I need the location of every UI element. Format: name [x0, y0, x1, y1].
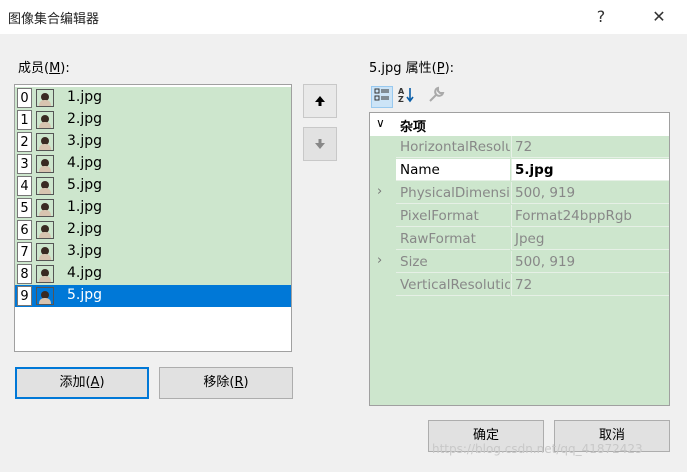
image-thumbnail	[36, 133, 54, 151]
property-name[interactable]: Name	[396, 159, 510, 181]
list-item[interactable]: 0 1.jpg	[15, 87, 291, 109]
image-thumbnail	[36, 155, 54, 173]
list-item-index: 0	[17, 88, 32, 108]
image-thumbnail	[36, 89, 54, 107]
title-bar: 图像集合编辑器 ? ✕	[0, 0, 687, 34]
property-value[interactable]: Format24bppRgb	[511, 205, 669, 227]
chevron-down-icon[interactable]: ∨	[376, 116, 385, 130]
property-name[interactable]: PixelFormat	[396, 205, 510, 227]
list-item[interactable]: 8 4.jpg	[15, 263, 291, 285]
image-thumbnail	[36, 287, 54, 305]
list-item-index: 8	[17, 264, 32, 284]
alphabetical-icon[interactable]: AZ	[395, 86, 417, 108]
image-thumbnail	[36, 265, 54, 283]
row-margin	[370, 159, 396, 182]
property-value[interactable]: Jpeg	[511, 228, 669, 250]
image-thumbnail	[36, 221, 54, 239]
property-row[interactable]: PixelFormat Format24bppRgb	[370, 205, 669, 228]
property-toolbar: AZ	[369, 84, 449, 110]
list-item[interactable]: 1 2.jpg	[15, 109, 291, 131]
property-name[interactable]: PhysicalDimension	[396, 182, 510, 204]
image-thumbnail	[36, 199, 54, 217]
chevron-right-icon[interactable]: ›	[377, 184, 382, 199]
list-item[interactable]: 6 2.jpg	[15, 219, 291, 241]
row-margin	[370, 136, 396, 159]
list-item-name: 4.jpg	[67, 265, 103, 281]
property-pages-icon[interactable]	[425, 86, 447, 108]
property-value[interactable]: 500, 919	[511, 251, 669, 273]
list-item-index: 6	[17, 220, 32, 240]
property-name[interactable]: VerticalResolution	[396, 274, 510, 296]
property-row[interactable]: › PhysicalDimension500, 919	[370, 182, 669, 205]
move-down-button[interactable]	[303, 127, 337, 161]
arrow-down-icon	[315, 139, 325, 149]
property-value[interactable]: 5.jpg	[511, 159, 669, 181]
members-label: 成员(M):	[18, 61, 70, 76]
property-value[interactable]: 500, 919	[511, 182, 669, 204]
property-row[interactable]: HorizontalResolution72	[370, 136, 669, 159]
category-misc[interactable]: ∨ 杂项	[370, 113, 669, 136]
list-item-index: 7	[17, 242, 32, 262]
list-item-index: 1	[17, 110, 32, 130]
list-item-name: 5.jpg	[67, 287, 103, 303]
list-item-index: 2	[17, 132, 32, 152]
list-item-name: 3.jpg	[67, 243, 103, 259]
image-thumbnail	[36, 111, 54, 129]
list-item-name: 2.jpg	[67, 111, 103, 127]
list-item[interactable]: 9 5.jpg	[15, 285, 291, 307]
list-item-index: 3	[17, 154, 32, 174]
list-item[interactable]: 3 4.jpg	[15, 153, 291, 175]
help-button[interactable]: ?	[579, 2, 623, 32]
properties-label: 5.jpg 属性(P):	[369, 61, 455, 76]
list-item-index: 5	[17, 198, 32, 218]
move-up-button[interactable]	[303, 84, 337, 118]
property-name[interactable]: HorizontalResolution	[396, 136, 510, 158]
list-item[interactable]: 2 3.jpg	[15, 131, 291, 153]
row-margin	[370, 205, 396, 228]
property-name[interactable]: Size	[396, 251, 510, 273]
list-item-index: 9	[17, 286, 32, 306]
row-margin	[370, 228, 396, 251]
members-listbox[interactable]: 0 1.jpg 1 2.jpg 2 3.jpg 3 4.jpg 4 5.jpg 5 1.jpg 6 2.j…	[14, 84, 292, 352]
row-margin: ›	[370, 182, 396, 205]
property-name[interactable]: RawFormat	[396, 228, 510, 250]
property-value[interactable]: 72	[511, 274, 669, 296]
image-thumbnail	[36, 243, 54, 261]
list-item[interactable]: 7 3.jpg	[15, 241, 291, 263]
list-item-name: 2.jpg	[67, 221, 103, 237]
property-row[interactable]: Name 5.jpg	[370, 159, 669, 182]
row-margin: ›	[370, 251, 396, 274]
categorized-icon[interactable]	[371, 86, 393, 108]
row-margin	[370, 274, 396, 297]
image-thumbnail	[36, 177, 54, 195]
remove-button[interactable]: 移除(R)	[159, 367, 293, 399]
property-row[interactable]: VerticalResolution 72	[370, 274, 669, 297]
list-item[interactable]: 4 5.jpg	[15, 175, 291, 197]
list-item[interactable]: 5 1.jpg	[15, 197, 291, 219]
property-row[interactable]: RawFormat Jpeg	[370, 228, 669, 251]
watermark: https://blog.csdn.net/qq_41872423	[432, 442, 643, 456]
category-label: 杂项	[400, 120, 427, 135]
arrow-up-icon	[315, 96, 325, 106]
close-button[interactable]: ✕	[637, 2, 681, 32]
add-button[interactable]: 添加(A)	[15, 367, 149, 399]
list-item-name: 4.jpg	[67, 155, 103, 171]
list-item-name: 1.jpg	[67, 89, 103, 105]
property-grid[interactable]: ∨ 杂项 HorizontalResolution72Name5.jpg›Phy…	[369, 112, 670, 406]
chevron-right-icon[interactable]: ›	[377, 253, 382, 268]
window-title: 图像集合编辑器	[8, 12, 100, 27]
list-item-index: 4	[17, 176, 32, 196]
list-item-name: 1.jpg	[67, 199, 103, 215]
property-row[interactable]: › Size 500, 919	[370, 251, 669, 274]
property-value[interactable]: 72	[511, 136, 669, 158]
list-item-name: 3.jpg	[67, 133, 103, 149]
list-item-name: 5.jpg	[67, 177, 103, 193]
svg-text:Z: Z	[398, 95, 404, 104]
